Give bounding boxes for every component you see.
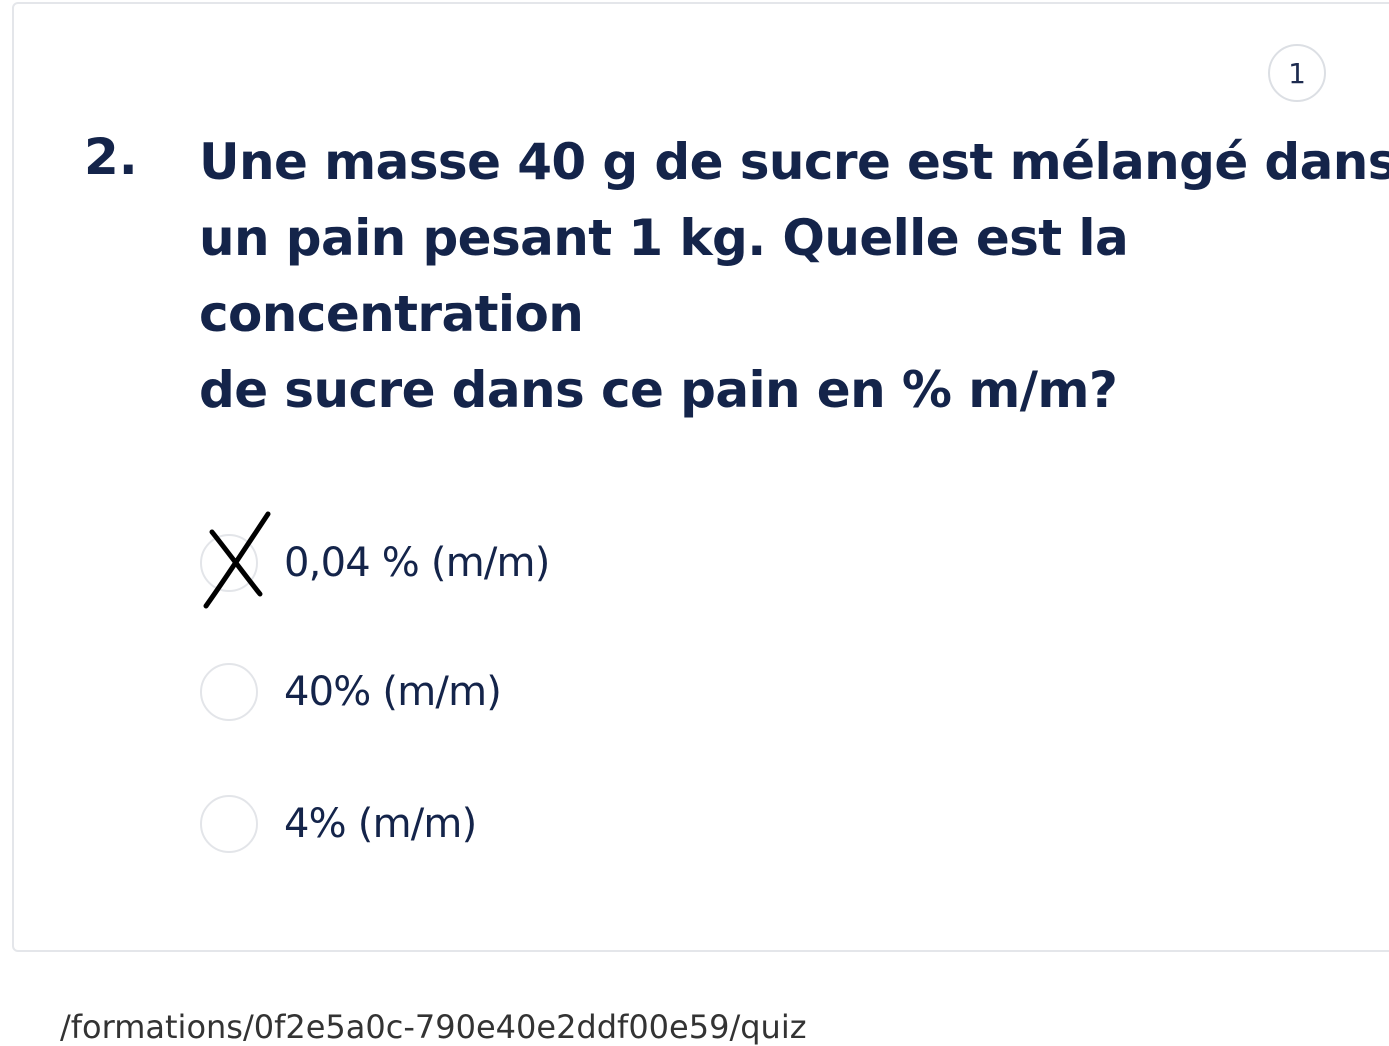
question-line: Une masse 40 g de sucre est mélangé dans… — [199, 133, 1389, 191]
answer-option-1[interactable]: 0,04 % (m/m) — [200, 532, 550, 594]
radio-button[interactable] — [200, 795, 258, 853]
answer-option-3[interactable]: 4% (m/m) — [200, 793, 477, 855]
question-line: de sucre dans ce pain en % m/m? — [199, 361, 1118, 419]
question-line: concentration — [199, 285, 584, 343]
points-value: 1 — [1288, 56, 1306, 90]
points-badge: 1 — [1268, 44, 1326, 102]
answer-label: 0,04 % (m/m) — [284, 540, 550, 586]
radio-button[interactable] — [200, 663, 258, 721]
question-line: un pain pesant 1 kg. Quelle est la — [199, 209, 1129, 267]
radio-button[interactable] — [200, 534, 258, 592]
answer-option-2[interactable]: 40% (m/m) — [200, 661, 502, 723]
question-number: 2. — [84, 128, 138, 186]
question-text: Une masse 40 g de sucre est mélangé dans… — [199, 124, 1389, 428]
answer-label: 40% (m/m) — [284, 669, 502, 715]
footer-url-text: /formations/0f2e5a0c-790e40e2ddf00e59/qu… — [60, 1008, 807, 1046]
answer-label: 4% (m/m) — [284, 801, 477, 847]
